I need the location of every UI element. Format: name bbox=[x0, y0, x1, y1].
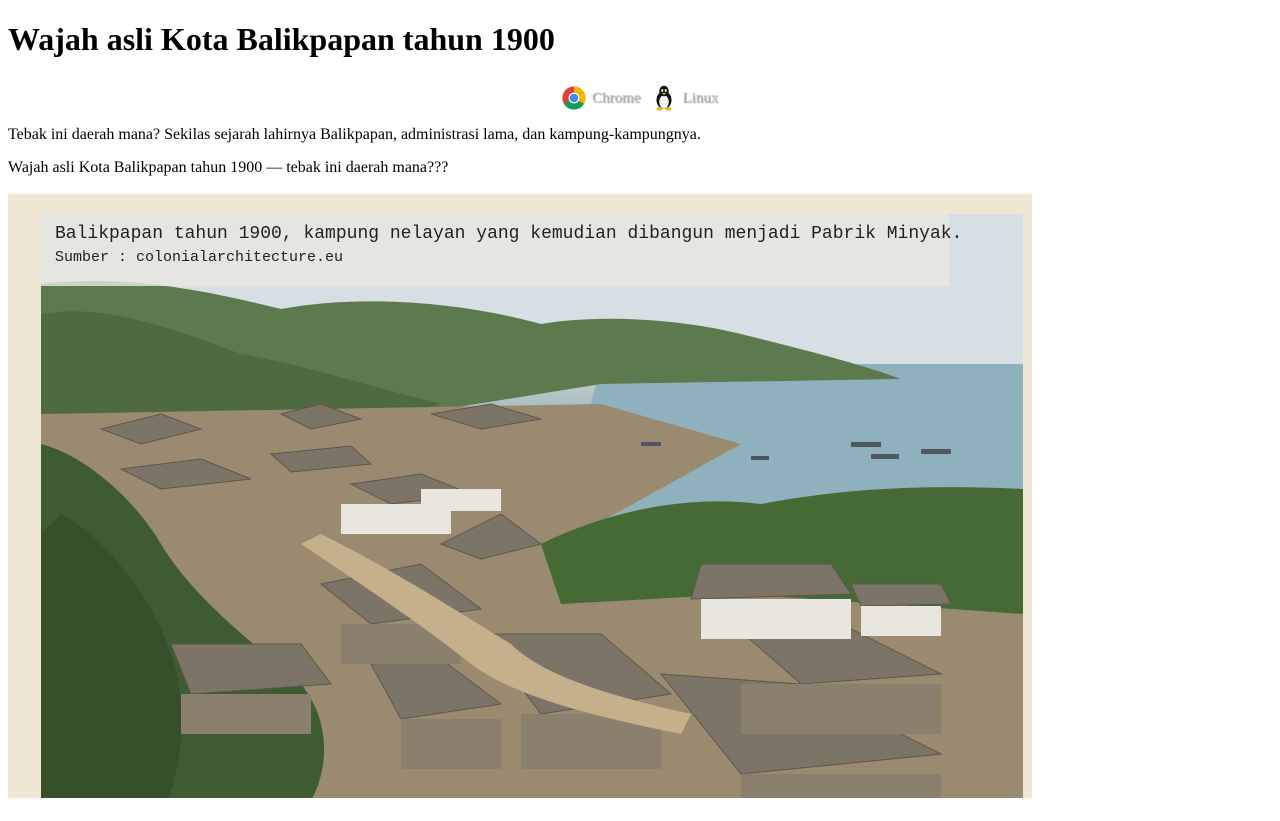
subheading-paragraph: Wajah asli Kota Balikpapan tahun 1900 — … bbox=[8, 159, 449, 176]
village-scene-illustration bbox=[41, 214, 1023, 798]
caption-source: Sumber : colonialarchitecture.eu bbox=[55, 249, 344, 266]
photo-image: Balikpapan tahun 1900, kampung nelayan y… bbox=[41, 214, 1023, 798]
caption-title: Balikpapan tahun 1900, kampung nelayan y… bbox=[55, 224, 963, 244]
environment-badges: Chrome Linux bbox=[8, 84, 1272, 112]
env-linux: Linux bbox=[652, 85, 718, 111]
chrome-icon bbox=[562, 86, 586, 110]
env-linux-label: Linux bbox=[682, 89, 719, 106]
photo-caption: Balikpapan tahun 1900, kampung nelayan y… bbox=[41, 214, 962, 286]
page-title: Wajah asli Kota Balikpapan tahun 1900 bbox=[8, 21, 555, 57]
intro-paragraph: Tebak ini daerah mana? Sekilas sejarah l… bbox=[8, 126, 701, 143]
env-chrome: Chrome bbox=[562, 86, 640, 110]
env-chrome-label: Chrome bbox=[591, 89, 641, 106]
linux-tux-icon bbox=[656, 85, 672, 111]
historical-photo: Balikpapan tahun 1900, kampung nelayan y… bbox=[8, 194, 1032, 798]
article: Wajah asli Kota Balikpapan tahun 1900 Ch… bbox=[0, 21, 1280, 798]
